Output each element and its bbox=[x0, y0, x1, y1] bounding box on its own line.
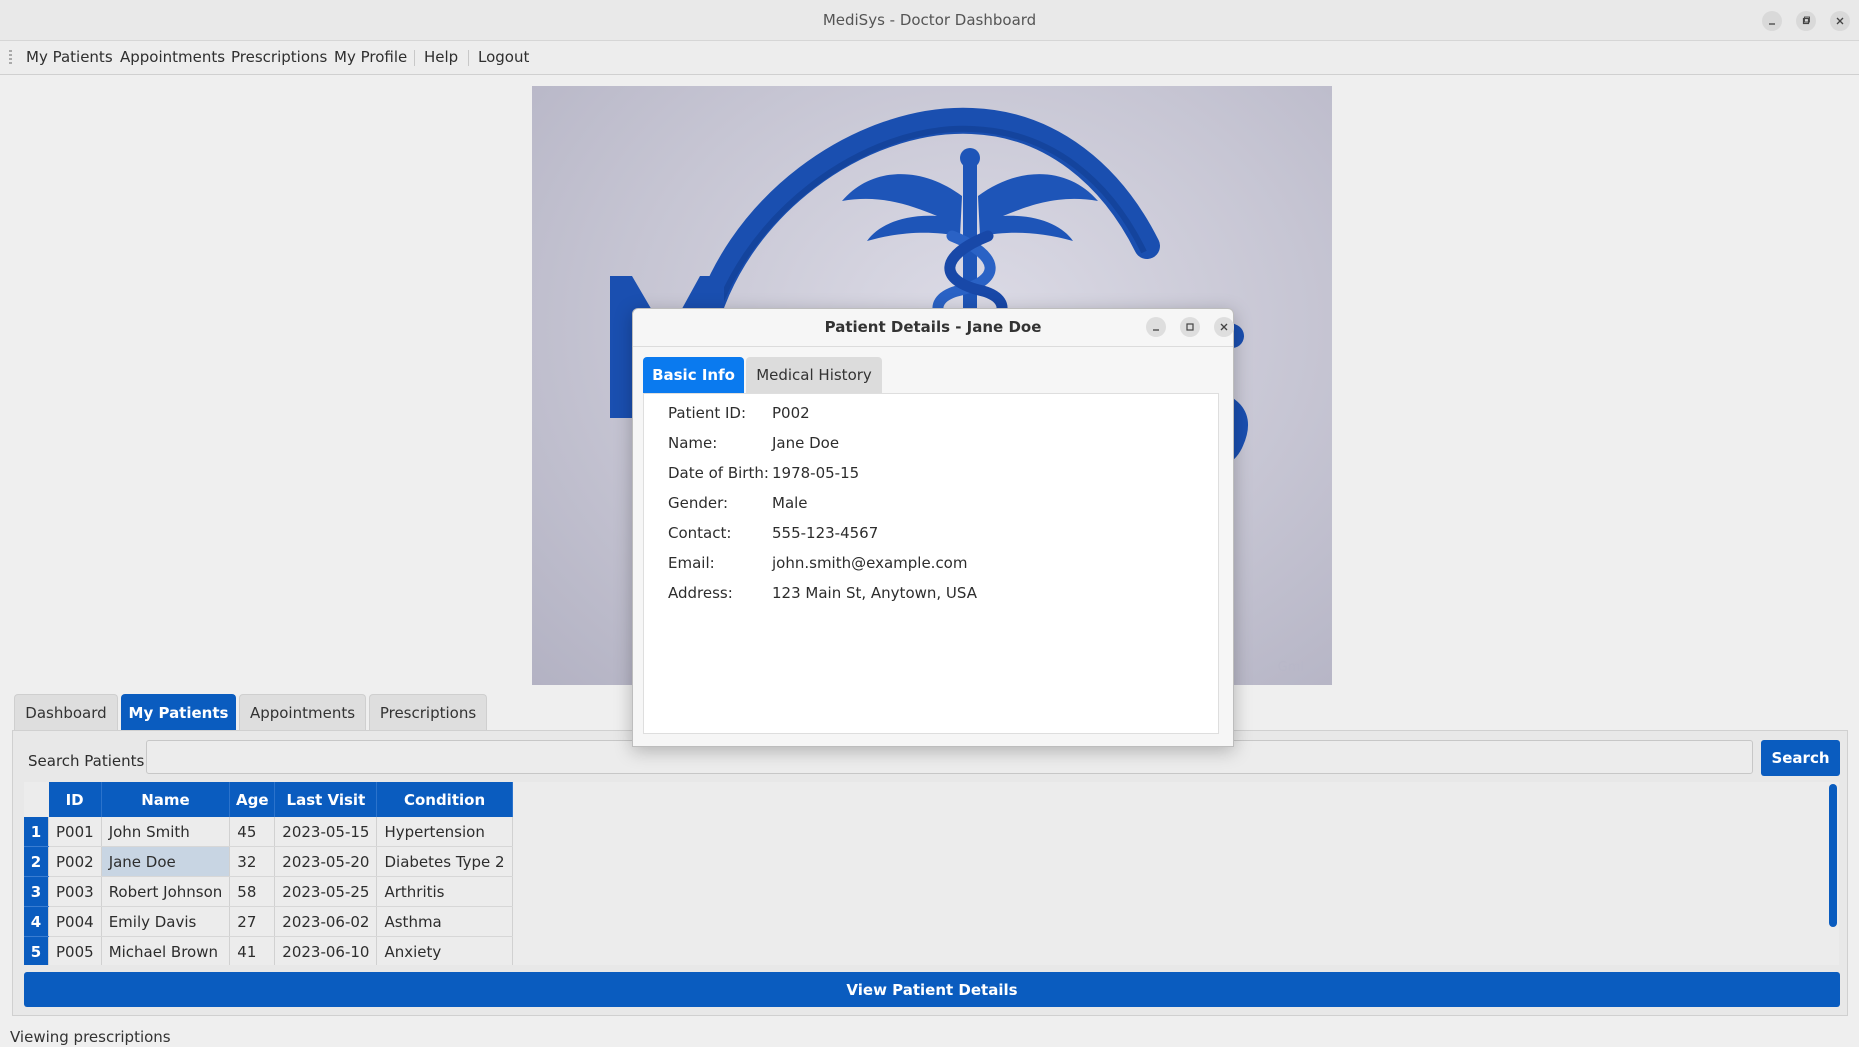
column-header-last-visit[interactable]: Last Visit bbox=[274, 782, 378, 817]
cell-name[interactable]: Michael Brown bbox=[101, 936, 231, 965]
app-window: MediSys - Doctor Dashboard My Patients A… bbox=[0, 0, 1859, 1047]
dialog-title: Patient Details - Jane Doe bbox=[824, 318, 1042, 336]
table-row[interactable]: 2 P002 Jane Doe 32 2023-05-20 Diabetes T… bbox=[24, 846, 513, 877]
cell-id[interactable]: P003 bbox=[48, 876, 102, 907]
cell-last-visit[interactable]: 2023-06-02 bbox=[274, 906, 378, 937]
field-value: Jane Doe bbox=[772, 434, 840, 452]
table-row[interactable]: 1 P001 John Smith 45 2023-05-15 Hyperten… bbox=[24, 817, 513, 847]
menu-prescriptions[interactable]: Prescriptions bbox=[231, 41, 327, 74]
cell-condition[interactable]: Arthritis bbox=[376, 876, 513, 907]
cell-age[interactable]: 27 bbox=[229, 906, 276, 937]
cell-last-visit[interactable]: 2023-05-20 bbox=[274, 846, 378, 877]
field-label: Patient ID: bbox=[668, 404, 747, 422]
dialog-titlebar: Patient Details - Jane Doe bbox=[633, 309, 1234, 347]
search-button[interactable]: Search bbox=[1761, 740, 1840, 776]
table-corner bbox=[24, 782, 49, 817]
cell-id[interactable]: P005 bbox=[48, 936, 102, 965]
cell-name[interactable]: John Smith bbox=[101, 817, 231, 847]
minimize-icon[interactable] bbox=[1146, 317, 1166, 337]
logo-watermark: Gml bbox=[1277, 660, 1304, 675]
maximize-icon[interactable] bbox=[1180, 317, 1200, 337]
cell-name[interactable]: Jane Doe bbox=[101, 846, 231, 877]
cell-last-visit[interactable]: 2023-05-15 bbox=[274, 817, 378, 847]
tab-my-patients[interactable]: My Patients bbox=[121, 694, 236, 730]
menu-my-profile[interactable]: My Profile bbox=[334, 41, 407, 74]
menu-bar: My Patients Appointments Prescriptions M… bbox=[0, 41, 1859, 75]
menu-logout[interactable]: Logout bbox=[478, 41, 529, 74]
field-value: 123 Main St, Anytown, USA bbox=[772, 584, 977, 602]
basic-info-pane: Patient ID: P002 Name: Jane Doe Date of … bbox=[643, 393, 1219, 734]
window-titlebar: MediSys - Doctor Dashboard bbox=[0, 0, 1859, 41]
column-header-name[interactable]: Name bbox=[101, 782, 231, 817]
menu-appointments[interactable]: Appointments bbox=[120, 41, 225, 74]
maximize-icon[interactable] bbox=[1796, 11, 1816, 31]
row-number[interactable]: 5 bbox=[24, 936, 49, 965]
row-number[interactable]: 4 bbox=[24, 906, 49, 937]
menu-help[interactable]: Help bbox=[424, 41, 458, 74]
cell-last-visit[interactable]: 2023-06-10 bbox=[274, 936, 378, 965]
cell-age[interactable]: 32 bbox=[229, 846, 276, 877]
cell-condition[interactable]: Diabetes Type 2 bbox=[376, 846, 513, 877]
table-scrollbar[interactable] bbox=[1829, 784, 1837, 927]
window-title: MediSys - Doctor Dashboard bbox=[822, 11, 1037, 29]
row-number[interactable]: 3 bbox=[24, 876, 49, 907]
field-value: john.smith@example.com bbox=[772, 554, 968, 572]
cell-last-visit[interactable]: 2023-05-25 bbox=[274, 876, 378, 907]
status-bar: Viewing prescriptions bbox=[10, 1028, 171, 1046]
dialog-tab-basic-info[interactable]: Basic Info bbox=[643, 357, 744, 393]
cell-condition[interactable]: Hypertension bbox=[376, 817, 513, 847]
cell-id[interactable]: P001 bbox=[48, 817, 102, 847]
cell-age[interactable]: 41 bbox=[229, 936, 276, 965]
field-value: P002 bbox=[772, 404, 810, 422]
dialog-tab-medical-history[interactable]: Medical History bbox=[746, 357, 882, 393]
close-icon[interactable] bbox=[1214, 317, 1234, 337]
column-header-age[interactable]: Age bbox=[229, 782, 276, 817]
cell-condition[interactable]: Anxiety bbox=[376, 936, 513, 965]
field-label: Email: bbox=[668, 554, 715, 572]
table-row[interactable]: 5 P005 Michael Brown 41 2023-06-10 Anxie… bbox=[24, 936, 513, 965]
minimize-icon[interactable] bbox=[1762, 11, 1782, 31]
field-label: Contact: bbox=[668, 524, 732, 542]
menu-my-patients[interactable]: My Patients bbox=[26, 41, 113, 74]
field-value: 555-123-4567 bbox=[772, 524, 879, 542]
field-label: Address: bbox=[668, 584, 733, 602]
search-label: Search Patients: bbox=[28, 752, 150, 770]
menu-separator bbox=[414, 50, 415, 66]
cell-name[interactable]: Robert Johnson bbox=[101, 876, 231, 907]
row-number[interactable]: 2 bbox=[24, 846, 49, 877]
column-header-id[interactable]: ID bbox=[48, 782, 102, 817]
column-header-condition[interactable]: Condition bbox=[376, 782, 513, 817]
view-patient-details-button[interactable]: View Patient Details bbox=[24, 972, 1840, 1007]
table-header-row: ID Name Age Last Visit Condition bbox=[24, 782, 513, 817]
close-icon[interactable] bbox=[1830, 11, 1850, 31]
menu-grip-icon bbox=[9, 50, 12, 66]
patient-details-dialog: Patient Details - Jane Doe Basic Info Me… bbox=[632, 308, 1234, 747]
field-label: Name: bbox=[668, 434, 718, 452]
cell-id[interactable]: P004 bbox=[48, 906, 102, 937]
tab-prescriptions[interactable]: Prescriptions bbox=[369, 694, 487, 730]
cell-id[interactable]: P002 bbox=[48, 846, 102, 877]
field-label: Gender: bbox=[668, 494, 729, 512]
field-label: Date of Birth: bbox=[668, 464, 769, 482]
menu-separator bbox=[468, 50, 469, 66]
patients-table-container: ID Name Age Last Visit Condition 1 P001 … bbox=[24, 782, 1839, 965]
cell-age[interactable]: 45 bbox=[229, 817, 276, 847]
field-value: 1978-05-15 bbox=[772, 464, 860, 482]
tab-dashboard[interactable]: Dashboard bbox=[14, 694, 118, 730]
table-row[interactable]: 3 P003 Robert Johnson 58 2023-05-25 Arth… bbox=[24, 876, 513, 907]
patients-table: ID Name Age Last Visit Condition 1 P001 … bbox=[24, 782, 513, 965]
row-number[interactable]: 1 bbox=[24, 817, 49, 847]
tab-appointments[interactable]: Appointments bbox=[239, 694, 366, 730]
cell-age[interactable]: 58 bbox=[229, 876, 276, 907]
field-value: Male bbox=[772, 494, 808, 512]
cell-condition[interactable]: Asthma bbox=[376, 906, 513, 937]
table-row[interactable]: 4 P004 Emily Davis 27 2023-06-02 Asthma bbox=[24, 906, 513, 937]
cell-name[interactable]: Emily Davis bbox=[101, 906, 231, 937]
